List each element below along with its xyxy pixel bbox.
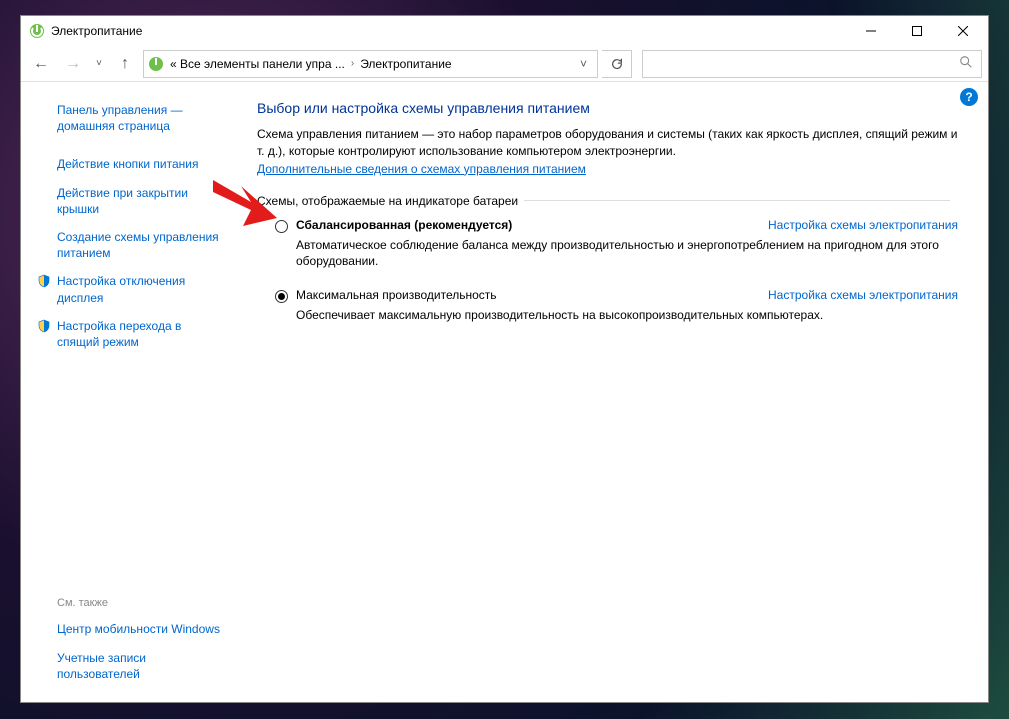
sidebar-link-display-off[interactable]: Настройка отключения дисплея [41,267,221,311]
plans-group-label: Схемы, отображаемые на индикаторе батаре… [257,194,958,208]
navigation-toolbar: ← → ˅ ↑ « Все элементы панели упра ... ›… [21,46,988,82]
power-options-icon [29,23,45,39]
window-title: Электропитание [51,24,848,38]
back-button[interactable]: ← [27,50,55,78]
sidebar-see-also-users[interactable]: Учетные записи пользователей [41,644,221,688]
plan-radio-balanced[interactable] [275,220,288,233]
sidebar-see-also-mobility[interactable]: Центр мобильности Windows [41,615,221,643]
plan-radio-high-performance[interactable] [275,290,288,303]
plan-settings-link[interactable]: Настройка схемы электропитания [768,218,958,232]
power-options-icon [148,56,164,72]
close-button[interactable] [940,16,986,46]
address-dropdown-chevron[interactable]: ˅ [574,57,593,71]
breadcrumb-current[interactable]: Электропитание [358,57,453,71]
plan-settings-link[interactable]: Настройка схемы электропитания [768,288,958,302]
sidebar-link-sleep[interactable]: Настройка перехода в спящий режим [41,312,221,356]
shield-icon [37,319,51,333]
plans-group-label-text: Схемы, отображаемые на индикаторе батаре… [257,194,518,208]
maximize-button[interactable] [894,16,940,46]
see-also-label: См. также [41,591,221,615]
power-plan-high-performance: Максимальная производительность Настройк… [275,288,958,324]
titlebar: Электропитание [21,16,988,46]
sidebar-link-label: Настройка отключения дисплея [57,274,185,304]
breadcrumb-root[interactable]: « Все элементы панели упра ... [168,57,347,71]
plan-description: Обеспечивает максимальную производительн… [296,307,958,324]
main-content: ? Выбор или настройка схемы управления п… [233,82,988,702]
chevron-right-icon: › [351,58,354,69]
sidebar-home-link[interactable]: Панель управления — домашняя страница [41,96,221,140]
sidebar-link-label: Настройка перехода в спящий режим [57,319,181,349]
help-icon[interactable]: ? [960,88,978,106]
sidebar-link-lid-close[interactable]: Действие при закрытии крышки [41,179,221,223]
control-panel-window: Электропитание ← → ˅ ↑ « Все элементы па… [20,15,989,703]
search-input[interactable] [642,50,982,78]
shield-icon [37,274,51,288]
refresh-button[interactable] [602,50,632,78]
power-plan-balanced: Сбалансированная (рекомендуется) Настрой… [275,218,958,271]
address-bar[interactable]: « Все элементы панели упра ... › Электро… [143,50,598,78]
forward-button[interactable]: → [59,50,87,78]
plan-name[interactable]: Максимальная производительность [296,288,768,302]
search-icon [959,55,973,72]
plan-description: Автоматическое соблюдение баланса между … [296,237,958,271]
plan-name[interactable]: Сбалансированная (рекомендуется) [296,218,768,232]
sidebar: Панель управления — домашняя страница Де… [21,82,233,702]
up-button[interactable]: ↑ [111,50,139,78]
sidebar-link-power-button[interactable]: Действие кнопки питания [41,150,221,178]
page-description: Схема управления питанием — это набор па… [257,126,958,160]
sidebar-link-create-plan[interactable]: Создание схемы управления питанием [41,223,221,267]
recent-locations-chevron[interactable]: ˅ [91,50,107,78]
page-heading: Выбор или настройка схемы управления пит… [257,100,958,116]
minimize-button[interactable] [848,16,894,46]
learn-more-link[interactable]: Дополнительные сведения о схемах управле… [257,162,586,176]
